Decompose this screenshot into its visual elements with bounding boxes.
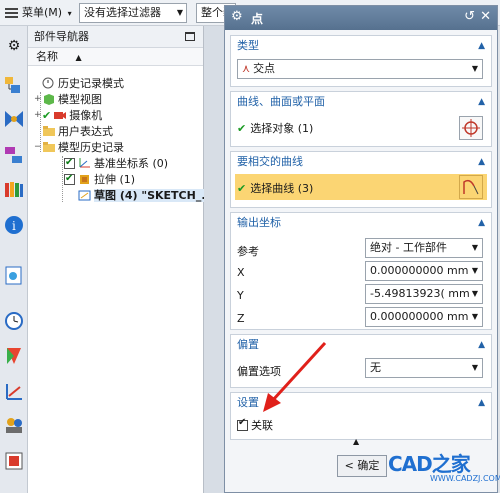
watermark-url: WWW.CADZJ.COM (430, 474, 500, 483)
watermark-logo: CAD之家 (388, 452, 471, 476)
application-window: 菜单(M) ▾ 没有选择过滤器 ▼ 整个装 ⚙ i 部件导航器 名称 ▲ 历史记… (0, 0, 500, 493)
annotation-arrow (263, 341, 327, 412)
